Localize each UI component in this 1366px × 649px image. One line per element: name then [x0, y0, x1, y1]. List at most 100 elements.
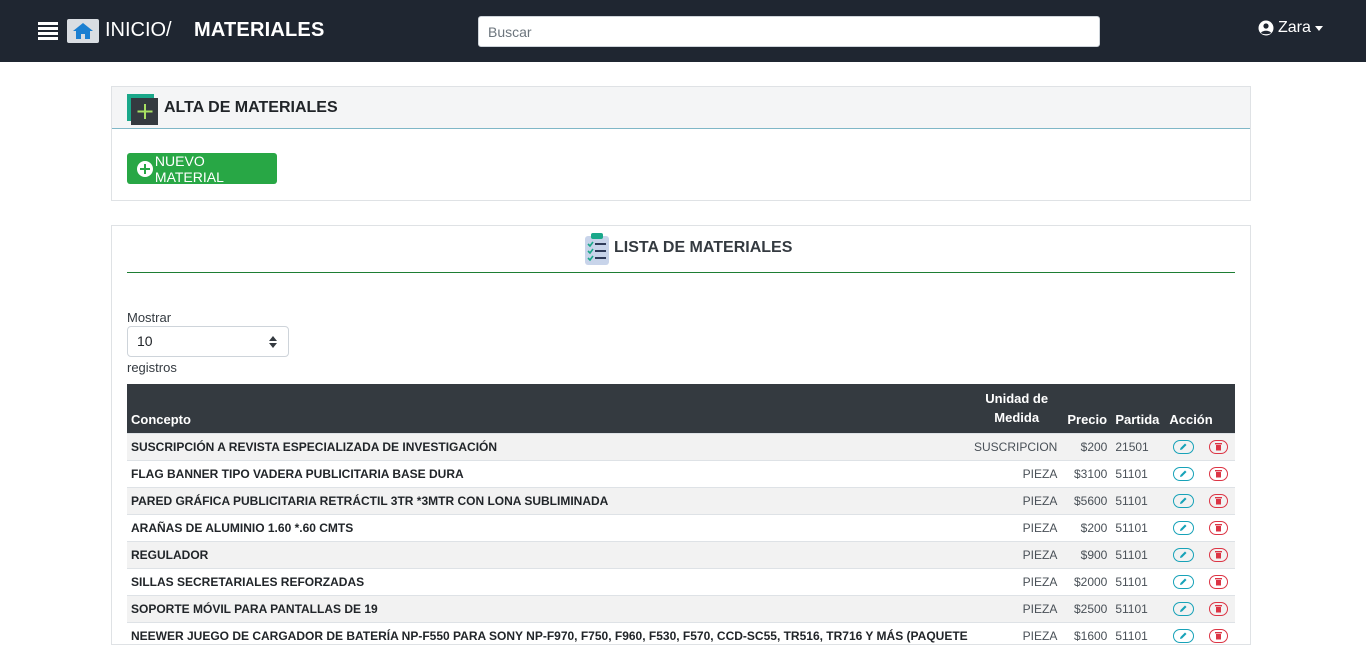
- home-icon[interactable]: [67, 19, 99, 43]
- table-row: SOPORTE MÓVIL PARA PANTALLAS DE 19 PIEZA $…: [127, 595, 1235, 622]
- cell-delete: [1201, 487, 1235, 514]
- select-arrows-icon: [269, 336, 277, 348]
- cell-precio: $900: [1080, 547, 1108, 562]
- table-row: FLAG BANNER TIPO VADERA PUBLICITARIA BAS…: [127, 460, 1235, 487]
- pencil-icon[interactable]: [1172, 574, 1194, 589]
- alta-card: ALTA DE MATERIALES NUEVO MATERIAL: [111, 86, 1251, 201]
- trash-icon[interactable]: [1208, 493, 1228, 508]
- cell-partida: 51101: [1115, 574, 1148, 589]
- breadcrumb-separator: /: [166, 19, 172, 41]
- cell-edit: [1165, 541, 1201, 568]
- new-material-button[interactable]: NUEVO MATERIAL: [127, 152, 277, 185]
- cell-precio: $2000: [1073, 574, 1108, 589]
- page-size-select[interactable]: 10: [127, 326, 289, 357]
- trash-icon[interactable]: [1208, 601, 1228, 616]
- trash-icon[interactable]: [1208, 547, 1228, 562]
- cell-delete: [1201, 568, 1235, 595]
- cell-precio: $5600: [1073, 493, 1108, 508]
- cell-delete: [1201, 622, 1235, 649]
- cell-unidad: PIEZA: [1022, 520, 1058, 535]
- user-circle-icon: [1258, 20, 1274, 36]
- cell-precio: $200: [1080, 439, 1108, 454]
- cell-precio: $200: [1080, 520, 1108, 535]
- pencil-icon[interactable]: [1172, 601, 1194, 616]
- materials-table: Concepto Unidad de Medida Precio Partida…: [127, 384, 1235, 649]
- cell-delete: [1201, 460, 1235, 487]
- cell-concepto: SOPORTE MÓVIL PARA PANTALLAS DE 19: [131, 601, 378, 616]
- cell-concepto: SILLAS SECRETARIALES REFORZADAS: [131, 574, 365, 589]
- cell-delete: [1201, 595, 1235, 622]
- trash-icon[interactable]: [1208, 574, 1228, 589]
- table-row: SILLAS SECRETARIALES REFORZADAS PIEZA $200…: [127, 568, 1235, 595]
- user-name: Zara: [1278, 19, 1311, 36]
- pencil-icon[interactable]: [1172, 547, 1194, 562]
- cell-edit: [1165, 487, 1201, 514]
- cell-partida: 51101: [1115, 601, 1148, 616]
- cell-concepto: REGULADOR: [131, 547, 209, 562]
- pencil-icon[interactable]: [1172, 493, 1194, 508]
- user-menu[interactable]: Zara: [1258, 18, 1323, 38]
- header-concepto[interactable]: Concepto: [127, 384, 970, 433]
- table-row: SUSCRIPCIÓN A REVISTA ESPECIALIZADA DE I…: [127, 433, 1235, 460]
- cell-edit: [1165, 460, 1201, 487]
- cell-concepto: ARAÑAS DE ALUMINIO 1.60 *.60 CMTS: [131, 520, 354, 535]
- cell-unidad: PIEZA: [1022, 628, 1058, 643]
- table-body: SUSCRIPCIÓN A REVISTA ESPECIALIZADA DE I…: [127, 433, 1235, 649]
- cell-unidad: PIEZA: [1022, 574, 1058, 589]
- cell-unidad: PIEZA: [1022, 493, 1058, 508]
- trash-icon[interactable]: [1208, 439, 1228, 454]
- cell-concepto: NEEWER JUEGO DE CARGADOR DE BATERÍA NP-F…: [131, 628, 970, 643]
- cell-concepto: FLAG BANNER TIPO VADERA PUBLICITARIA BAS…: [131, 466, 464, 481]
- table-row: NEEWER JUEGO DE CARGADOR DE BATERÍA NP-F…: [127, 622, 1235, 649]
- add-square-icon: [127, 94, 158, 125]
- cell-partida: 51101: [1115, 628, 1148, 643]
- lista-card-header: LISTA DE MATERIALES: [127, 226, 1235, 273]
- cell-unidad: SUSCRIPCION: [974, 439, 1058, 454]
- clipboard-list-icon: [585, 233, 609, 265]
- cell-partida: 21501: [1115, 439, 1149, 454]
- cell-unidad: PIEZA: [1022, 601, 1058, 616]
- alta-title: ALTA DE MATERIALES: [164, 99, 338, 116]
- cell-unidad: PIEZA: [1022, 466, 1058, 481]
- trash-icon[interactable]: [1208, 629, 1228, 644]
- header-precio[interactable]: Precio: [1063, 384, 1111, 433]
- cell-partida: 51101: [1115, 493, 1148, 508]
- caret-down-icon: [1314, 25, 1323, 31]
- table-header-row: Concepto Unidad de Medida Precio Partida…: [127, 384, 1235, 433]
- cell-edit: [1165, 514, 1201, 541]
- cell-unidad: PIEZA: [1022, 547, 1058, 562]
- cell-concepto: SUSCRIPCIÓN A REVISTA ESPECIALIZADA DE I…: [131, 439, 498, 454]
- table-row: PARED GRÁFICA PUBLICITARIA RETRÁCTIL 3TR…: [127, 487, 1235, 514]
- trash-icon[interactable]: [1208, 520, 1228, 535]
- cell-edit: [1165, 622, 1201, 649]
- plus-circle-icon: [137, 160, 153, 177]
- cell-precio: $1600: [1073, 628, 1108, 643]
- cell-partida: 51101: [1115, 547, 1148, 562]
- cell-partida: 51101: [1115, 520, 1148, 535]
- lista-card: LISTA DE MATERIALES Mostrar 10 registros…: [111, 225, 1251, 645]
- cell-delete: [1201, 541, 1235, 568]
- lista-title: LISTA DE MATERIALES: [614, 239, 793, 256]
- header-unidad[interactable]: Unidad de Medida: [970, 384, 1063, 433]
- pencil-icon[interactable]: [1172, 439, 1194, 454]
- pencil-icon[interactable]: [1172, 629, 1194, 644]
- trash-icon[interactable]: [1208, 466, 1228, 481]
- search-input[interactable]: [478, 16, 1100, 47]
- cell-delete: [1201, 514, 1235, 541]
- new-material-label: NUEVO MATERIAL: [154, 152, 224, 185]
- table-row: REGULADOR PIEZA $900 51101: [127, 541, 1235, 568]
- table-row: ARAÑAS DE ALUMINIO 1.60 *.60 CMTS PIEZA $2…: [127, 514, 1235, 541]
- cell-delete: [1201, 433, 1235, 460]
- cell-precio: $2500: [1073, 601, 1108, 616]
- breadcrumb-home[interactable]: INICIO: [105, 19, 166, 42]
- records-label: registros: [127, 360, 177, 375]
- cell-partida: 51101: [1115, 466, 1148, 481]
- cell-edit: [1165, 568, 1201, 595]
- alta-card-header: ALTA DE MATERIALES: [112, 87, 1250, 129]
- pencil-icon[interactable]: [1172, 466, 1194, 481]
- pencil-icon[interactable]: [1172, 520, 1194, 535]
- menu-icon[interactable]: [38, 22, 58, 42]
- header-partida[interactable]: Partida: [1111, 384, 1165, 433]
- cell-concepto: PARED GRÁFICA PUBLICITARIA RETRÁCTIL 3TR…: [131, 493, 609, 508]
- top-navbar: INICIO / MATERIALES Zara: [0, 0, 1366, 62]
